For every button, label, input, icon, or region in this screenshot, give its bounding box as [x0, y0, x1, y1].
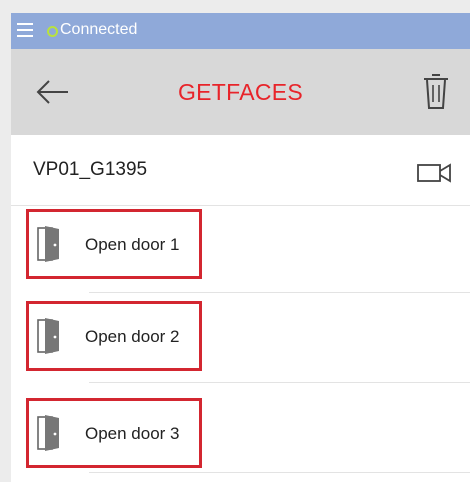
- open-door-3-button[interactable]: Open door 3: [26, 398, 202, 468]
- door-icon: [37, 226, 59, 262]
- app-screen: Connected GETFACES VP01_G1395 Open door …: [11, 13, 470, 482]
- device-name: VP01_G1395: [33, 159, 148, 180]
- divider: [89, 382, 470, 383]
- open-door-1-button[interactable]: Open door 1: [26, 209, 202, 279]
- video-camera-icon[interactable]: [417, 163, 451, 183]
- divider: [89, 472, 470, 473]
- hamburger-menu-icon[interactable]: [17, 22, 33, 38]
- device-row: VP01_G1395: [11, 135, 470, 206]
- door-icon: [37, 415, 59, 451]
- connection-status-icon: [47, 26, 58, 37]
- door-icon: [37, 318, 59, 354]
- door-label: Open door 2: [85, 327, 180, 346]
- divider: [89, 292, 470, 293]
- door-label: Open door 3: [85, 424, 180, 443]
- door-label: Open door 1: [85, 235, 180, 254]
- connection-status-text: Connected: [60, 21, 138, 38]
- open-door-2-button[interactable]: Open door 2: [26, 301, 202, 371]
- page-title: GETFACES: [177, 79, 304, 105]
- trash-icon[interactable]: [423, 71, 449, 111]
- toolbar: GETFACES: [11, 49, 470, 135]
- status-bar: Connected: [11, 13, 470, 49]
